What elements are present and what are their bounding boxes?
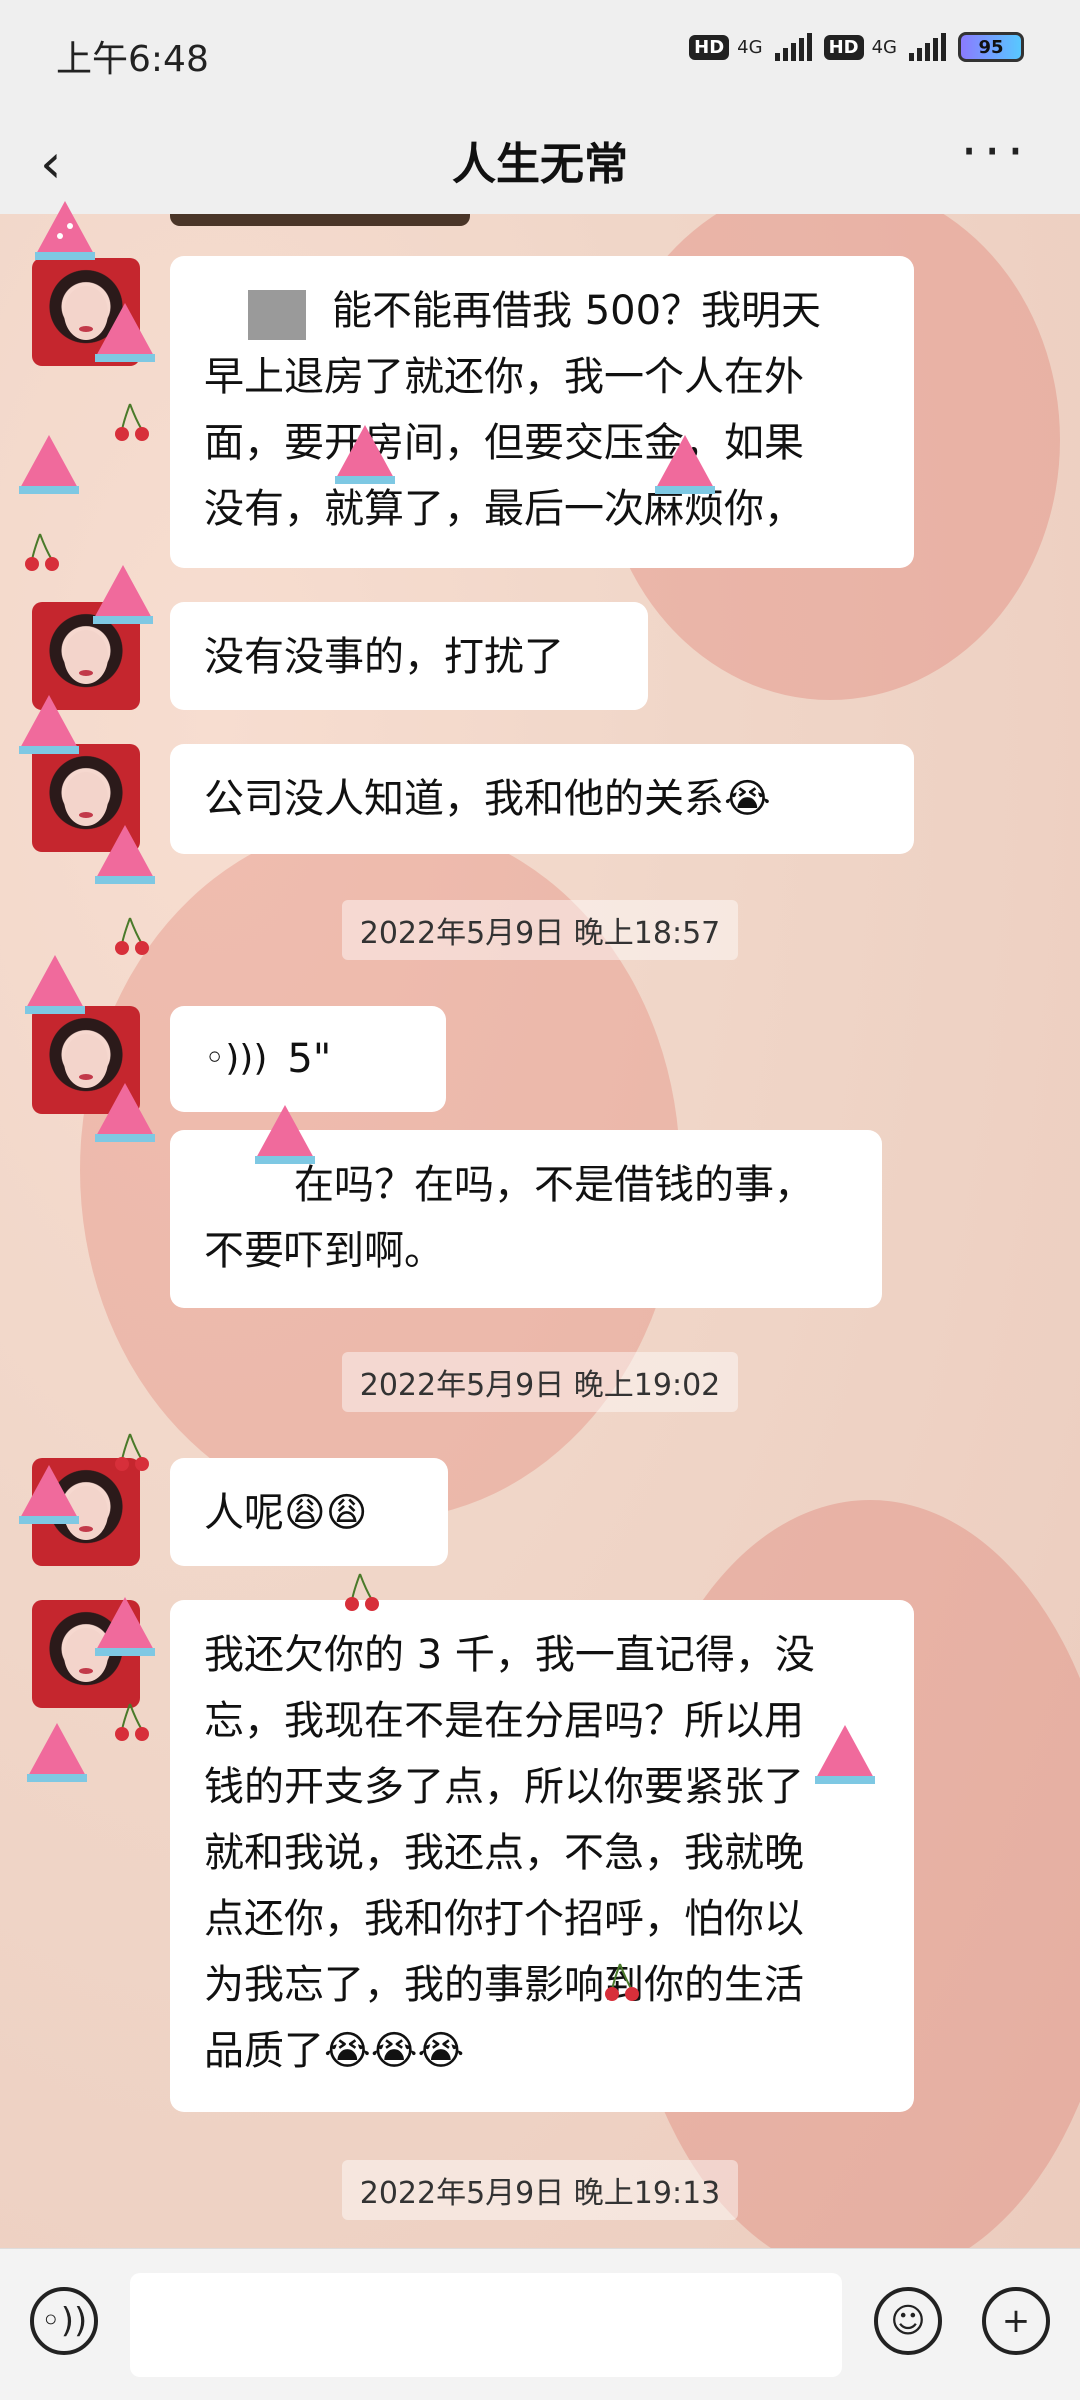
message-line: 不要吓到啊。 — [204, 1228, 444, 1274]
voice-input-icon[interactable]: ◦)) — [30, 2287, 98, 2355]
watermelon-decoration-icon — [815, 1725, 875, 1784]
signal-icon — [774, 33, 812, 61]
watermelon-decoration-icon — [19, 695, 79, 754]
message-line: 忘，我现在不是在分居吗？所以用 — [204, 1698, 804, 1744]
cherry-decoration-icon — [115, 917, 149, 955]
timestamp-text: 2022年5月9日 晚上19:02 — [341, 1352, 739, 1412]
message-line: 没有没事的，打扰了 — [204, 634, 564, 680]
image-message-edge[interactable] — [170, 214, 470, 226]
chat-screen: 上午6:48 HD 4G HD 4G 95 ‹ 人生无常 ··· 能不能再借我 … — [0, 0, 1080, 2400]
battery-icon: 95 — [958, 32, 1024, 62]
network-type: 4G — [871, 36, 897, 58]
status-bar: 上午6:48 HD 4G HD 4G 95 — [0, 0, 1080, 110]
network-type: 4G — [737, 36, 763, 58]
watermelon-decoration-icon — [95, 1597, 155, 1656]
timestamp: 2022年5月9日 晚上18:57 — [0, 900, 1080, 960]
watermelon-decoration-icon — [19, 1465, 79, 1524]
timestamp-text: 2022年5月9日 晚上18:57 — [341, 900, 739, 960]
message-line: 早上退房了就还你，我一个人在外 — [204, 354, 804, 400]
message-line: 点还你，我和你打个招呼，怕你以 — [204, 1896, 804, 1942]
message-line: 人呢😩😩 — [204, 1490, 368, 1536]
message-bubble[interactable]: 人呢😩😩 — [170, 1458, 448, 1566]
message-line: 就和我说，我还点，不急，我就晚 — [204, 1830, 804, 1876]
cherry-decoration-icon — [115, 403, 149, 441]
add-more-icon[interactable]: + — [982, 2287, 1050, 2355]
message-line: 钱的开支多了点，所以你要紧张了 — [204, 1764, 804, 1810]
voice-message-bubble[interactable]: ◦))) 5" — [170, 1006, 446, 1112]
message-line: 品质了😭😭😭 — [204, 2028, 465, 2074]
more-options-icon[interactable]: ··· — [961, 120, 1031, 183]
message-line: 公司没人知道，我和他的关系😭 — [204, 776, 771, 822]
voice-duration: 5" — [287, 1036, 332, 1082]
watermelon-decoration-icon — [25, 955, 85, 1014]
watermelon-decoration-icon — [655, 435, 715, 494]
message-line: 为我忘了，我的事影响到你的生活 — [204, 1962, 804, 2008]
signal-icon — [909, 33, 946, 61]
timestamp: 2022年5月9日 晚上19:13 — [0, 2160, 1080, 2220]
watermelon-decoration-icon — [95, 1083, 155, 1142]
cherry-decoration-icon — [115, 1703, 149, 1741]
redaction-block — [248, 290, 306, 340]
watermelon-decoration-icon — [255, 1105, 315, 1164]
watermelon-decoration-icon — [93, 565, 153, 624]
message-line: 面，要开房间，但要交压金，如果 — [204, 420, 804, 466]
timestamp-text: 2022年5月9日 晚上19:13 — [341, 2160, 739, 2220]
watermelon-decoration-icon — [35, 201, 95, 260]
message-bubble[interactable]: 没有没事的，打扰了 — [170, 602, 648, 710]
status-icons: HD 4G HD 4G 95 — [689, 32, 1024, 62]
hd-badge: HD — [689, 34, 730, 60]
emoji-icon[interactable]: ☺ — [874, 2287, 942, 2355]
status-time: 上午6:48 — [56, 39, 209, 80]
voice-wave-icon: ◦))) — [204, 1038, 268, 1079]
message-input[interactable] — [130, 2273, 842, 2377]
message-line: 我还欠你的 3 千，我一直记得，没 — [204, 1632, 815, 1678]
watermelon-decoration-icon — [335, 425, 395, 484]
watermelon-decoration-icon — [95, 825, 155, 884]
timestamp: 2022年5月9日 晚上19:02 — [0, 1352, 1080, 1412]
watermelon-decoration-icon — [95, 303, 155, 362]
cherry-decoration-icon — [25, 533, 59, 571]
watermelon-decoration-icon — [27, 1723, 87, 1782]
cherry-decoration-icon — [605, 1963, 639, 2001]
watermelon-decoration-icon — [19, 435, 79, 494]
hd-badge: HD — [823, 34, 864, 60]
cherry-decoration-icon — [345, 1573, 379, 1611]
message-bubble[interactable]: 公司没人知道，我和他的关系😭 — [170, 744, 914, 854]
message-bubble[interactable]: 我还欠你的 3 千，我一直记得，没 忘，我现在不是在分居吗？所以用 钱的开支多了… — [170, 1600, 914, 2112]
input-bar: ◦)) ☺ + — [0, 2248, 1080, 2400]
message-bubble[interactable]: 能不能再借我 500？我明天 早上退房了就还你，我一个人在外 面，要开房间，但要… — [170, 256, 914, 568]
cherry-decoration-icon — [115, 1433, 149, 1471]
chat-title: 人生无常 — [452, 139, 628, 190]
message-line: 没有，就算了，最后一次麻烦你， — [204, 486, 804, 532]
chat-header: ‹ 人生无常 ··· — [0, 110, 1080, 214]
